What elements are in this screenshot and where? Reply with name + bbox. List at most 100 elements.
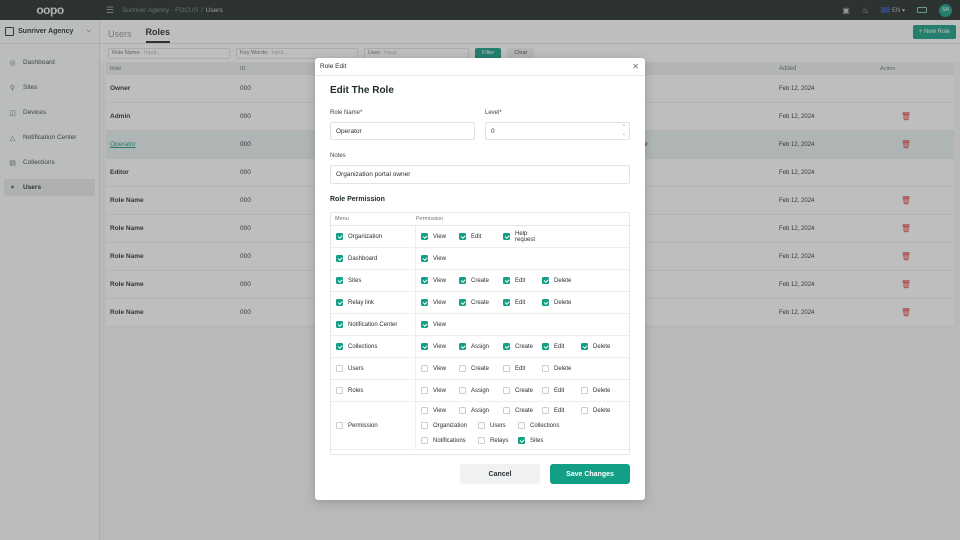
permission-option[interactable]: Edit bbox=[542, 343, 581, 350]
permission-option[interactable]: Users bbox=[478, 422, 518, 429]
checkbox[interactable] bbox=[503, 299, 510, 306]
checkbox[interactable] bbox=[421, 321, 428, 328]
checkbox[interactable] bbox=[421, 299, 428, 306]
checkbox[interactable] bbox=[421, 255, 428, 262]
permission-option[interactable]: Create bbox=[503, 387, 542, 394]
save-changes-button[interactable]: Save Changes bbox=[550, 464, 630, 484]
checkbox[interactable] bbox=[518, 422, 525, 429]
permission-option[interactable]: Delete bbox=[542, 299, 581, 306]
menu-cell[interactable]: Collections bbox=[331, 336, 416, 357]
menu-checkbox[interactable] bbox=[336, 387, 343, 394]
menu-checkbox[interactable] bbox=[336, 422, 343, 429]
permission-option[interactable]: Assign bbox=[459, 343, 503, 350]
checkbox[interactable] bbox=[542, 365, 549, 372]
permission-option[interactable]: View bbox=[421, 407, 459, 414]
checkbox[interactable] bbox=[542, 343, 549, 350]
checkbox[interactable] bbox=[459, 387, 466, 394]
checkbox[interactable] bbox=[542, 299, 549, 306]
menu-cell[interactable]: Roles bbox=[331, 380, 416, 401]
permission-option[interactable]: Delete bbox=[542, 365, 581, 372]
permission-option[interactable]: Delete bbox=[581, 407, 621, 414]
checkbox[interactable] bbox=[421, 387, 428, 394]
menu-checkbox[interactable] bbox=[336, 365, 343, 372]
permission-option[interactable]: View bbox=[421, 255, 459, 262]
menu-checkbox[interactable] bbox=[336, 343, 343, 350]
menu-checkbox[interactable] bbox=[336, 299, 343, 306]
cancel-button[interactable]: Cancel bbox=[460, 464, 540, 484]
permission-option[interactable]: Create bbox=[459, 299, 503, 306]
checkbox[interactable] bbox=[542, 407, 549, 414]
menu-checkbox[interactable] bbox=[336, 255, 343, 262]
checkbox[interactable] bbox=[459, 343, 466, 350]
permission-option[interactable]: Collections bbox=[518, 422, 568, 429]
role-name-field[interactable]: Operator bbox=[330, 122, 475, 140]
checkbox[interactable] bbox=[503, 277, 510, 284]
checkbox[interactable] bbox=[503, 365, 510, 372]
permission-option[interactable]: Edit bbox=[542, 407, 581, 414]
checkbox[interactable] bbox=[542, 277, 549, 284]
permission-option[interactable]: Organization bbox=[421, 422, 478, 429]
permission-option[interactable]: View bbox=[421, 233, 459, 240]
permission-option[interactable]: Edit bbox=[503, 277, 542, 284]
checkbox[interactable] bbox=[421, 407, 428, 414]
permission-option[interactable]: Delete bbox=[581, 387, 621, 394]
checkbox[interactable] bbox=[421, 277, 428, 284]
permission-option[interactable]: Notifications bbox=[421, 437, 478, 444]
checkbox[interactable] bbox=[581, 407, 588, 414]
checkbox[interactable] bbox=[421, 437, 428, 444]
permission-option[interactable]: View bbox=[421, 387, 459, 394]
permission-option[interactable]: Assign bbox=[459, 407, 503, 414]
menu-cell[interactable]: Users bbox=[331, 358, 416, 379]
checkbox[interactable] bbox=[503, 407, 510, 414]
menu-cell[interactable]: Permission bbox=[331, 402, 416, 449]
permission-option[interactable]: Edit bbox=[503, 299, 542, 306]
menu-cell[interactable]: Notification Center bbox=[331, 314, 416, 335]
level-stepper[interactable]: 0 ⌃ ⌄ bbox=[485, 122, 630, 140]
close-icon[interactable]: ✕ bbox=[632, 62, 639, 71]
checkbox[interactable] bbox=[478, 422, 485, 429]
permission-option[interactable]: View bbox=[421, 299, 459, 306]
checkbox[interactable] bbox=[503, 343, 510, 350]
checkbox[interactable] bbox=[421, 422, 428, 429]
permission-option[interactable]: Create bbox=[459, 277, 503, 284]
permission-option[interactable]: View bbox=[421, 277, 459, 284]
permission-option[interactable]: Create bbox=[459, 365, 503, 372]
checkbox[interactable] bbox=[503, 233, 510, 240]
stepper-arrows-icon[interactable]: ⌃ ⌄ bbox=[622, 124, 626, 138]
menu-checkbox[interactable] bbox=[336, 277, 343, 284]
menu-cell[interactable]: Organization bbox=[331, 226, 416, 247]
checkbox[interactable] bbox=[581, 387, 588, 394]
menu-checkbox[interactable] bbox=[336, 233, 343, 240]
checkbox[interactable] bbox=[503, 387, 510, 394]
menu-checkbox[interactable] bbox=[336, 321, 343, 328]
permission-option[interactable]: View bbox=[421, 321, 459, 328]
permission-option[interactable]: Sites bbox=[518, 437, 568, 444]
menu-cell[interactable]: Sites bbox=[331, 270, 416, 291]
permission-option[interactable]: Assign bbox=[459, 387, 503, 394]
permission-option[interactable]: Create bbox=[503, 343, 542, 350]
checkbox[interactable] bbox=[518, 437, 525, 444]
permission-option[interactable]: View bbox=[421, 365, 459, 372]
checkbox[interactable] bbox=[459, 407, 466, 414]
checkbox[interactable] bbox=[459, 277, 466, 284]
checkbox[interactable] bbox=[459, 365, 466, 372]
checkbox[interactable] bbox=[421, 365, 428, 372]
menu-cell[interactable]: Dashboard bbox=[331, 248, 416, 269]
checkbox[interactable] bbox=[421, 343, 428, 350]
checkbox[interactable] bbox=[478, 437, 485, 444]
permission-option[interactable]: Edit bbox=[542, 387, 581, 394]
checkbox[interactable] bbox=[459, 233, 466, 240]
permission-option[interactable]: Delete bbox=[542, 277, 581, 284]
checkbox[interactable] bbox=[459, 299, 466, 306]
notes-field[interactable]: Organization portal owner bbox=[330, 165, 630, 184]
permission-option[interactable]: Create bbox=[503, 407, 542, 414]
checkbox[interactable] bbox=[421, 233, 428, 240]
permission-option[interactable]: Edit bbox=[503, 365, 542, 372]
permission-option[interactable]: Edit bbox=[459, 233, 503, 240]
permission-option[interactable]: Delete bbox=[581, 343, 621, 350]
permission-option[interactable]: Help request bbox=[503, 231, 542, 243]
permission-option[interactable]: Relays bbox=[478, 437, 518, 444]
permission-option[interactable]: View bbox=[421, 343, 459, 350]
checkbox[interactable] bbox=[581, 343, 588, 350]
menu-cell[interactable]: Relay link bbox=[331, 292, 416, 313]
